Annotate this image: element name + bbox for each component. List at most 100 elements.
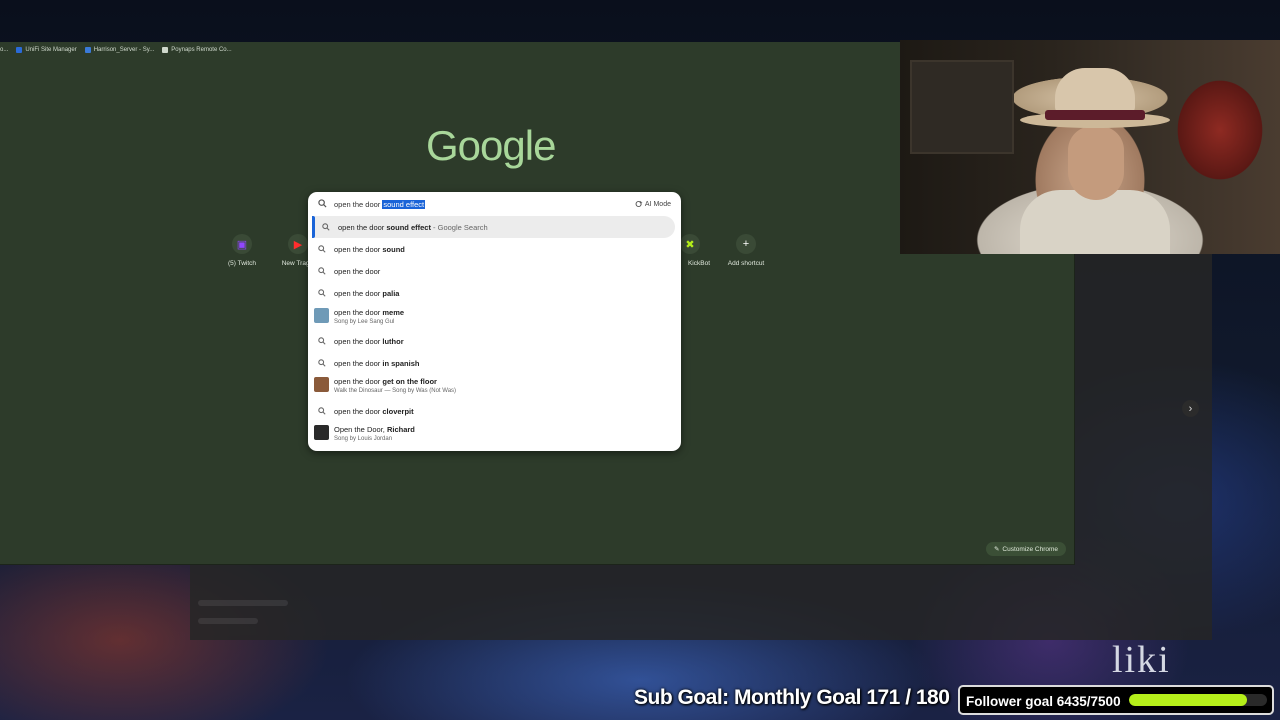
customize-chrome-button[interactable]: ✎ Customize Chrome [986,542,1066,556]
twitch-icon: ▣ [232,234,252,254]
bookmark-item[interactable]: UniFi Site Manager [16,47,77,53]
suggestion-completion: get on the floor [382,377,437,386]
suggestion-completion: palia [382,289,400,298]
suggestion-suffix: - Google Search [430,223,488,232]
suggestion-text: open the door sound effect - Google Sear… [338,223,488,232]
omnibox-text: open the door sound effect [334,200,426,209]
song-thumbnail [314,308,329,323]
plus-icon: + [736,234,756,254]
search-icon [318,199,327,208]
webcam-feed [900,40,1280,254]
webcam-face [1068,126,1124,200]
suggestion-prefix: open the door [334,359,383,368]
suggestion-item[interactable]: open the door meme Song by Lee Sang Gul [308,305,681,327]
bookmark-label: Poynaps Remote Co... [171,47,232,53]
bookmark-icon [16,47,23,53]
bookmark-icon [84,47,91,53]
suggestion-text: open the door cloverpit [334,407,414,416]
follower-progress-track [1129,694,1267,706]
omnibox-dropdown: open the door sound effect AI Mode open … [308,192,681,451]
suggestion-prefix: Open the Door, [334,425,387,434]
follower-goal-widget: Follower goal 6435/7500 [958,685,1274,715]
suggestion-prefix: open the door [334,407,383,416]
shortcut-label: Add shortcut [727,260,765,267]
search-icon [318,407,326,415]
customize-chrome-label: Customize Chrome [1002,545,1059,553]
bookmark-item[interactable]: Harrison_Server - Sy... [84,47,155,53]
song-thumbnail [314,377,329,392]
suggestion-text: open the door palia [334,289,399,298]
suggestion-prefix: open the door [334,377,383,386]
kickbot-icon: ✖ [680,234,700,254]
follower-goal-label: Follower goal 6435/7500 [966,694,1121,709]
bookmark-item[interactable]: o... [0,47,8,53]
omnibox-typed-text: open the door [334,200,383,209]
search-icon [322,223,330,231]
suggestion-item[interactable]: open the door palia [308,282,681,304]
suggestion-text: Open the Door, Richard [334,425,415,434]
suggestion-item[interactable]: open the door in spanish [308,352,681,374]
suggestion-completion: sound [382,245,405,254]
search-icon [318,267,326,275]
suggestion-subtitle: Song by Louis Jordan [334,436,393,442]
ai-mode-label: AI Mode [644,200,671,208]
suggestion-completion: in spanish [382,359,420,368]
suggestion-text: open the door in spanish [334,359,419,368]
background-window-line [198,618,258,624]
selection-indicator [312,216,315,238]
suggestion-subtitle: Song by Lee Sang Gul [334,319,395,325]
suggestion-item[interactable]: open the door sound [308,238,681,260]
suggestion-item[interactable]: open the door cloverpit [308,400,681,422]
webcam-hat [1055,68,1135,113]
suggestion-prefix: open the door [334,245,383,254]
suggestion-item[interactable]: open the door luthor [308,330,681,352]
suggestion-prefix: open the door [334,308,383,317]
ai-mode-icon [635,200,643,208]
bookmark-icon [162,47,169,53]
search-icon [318,245,326,253]
search-icon [318,359,326,367]
song-thumbnail [314,425,329,440]
search-icon [318,289,326,297]
suggestion-completion: meme [382,308,405,317]
suggestion-item[interactable]: Open the Door, Richard Song by Louis Jord… [308,422,681,444]
bookmark-label: o... [0,47,9,53]
bookmarks-bar: o... UniFi Site Manager Harrison_Server - … [0,42,900,58]
shortcut-add[interactable]: + Add shortcut [716,234,776,267]
webcam-hat-band [1045,110,1145,120]
suggestion-text: open the door get on the floor [334,377,437,386]
search-icon [318,337,326,345]
suggestion-prefix: open the door [334,267,381,276]
bookmark-label: Harrison_Server - Sy... [93,47,155,53]
liki-logo: liki [1112,639,1171,681]
shortcut-label: (5) Twitch [227,260,257,267]
webcam-shelf [910,60,1014,154]
pencil-icon: ✎ [993,546,1000,553]
sub-goal-text: Sub Goal: Monthly Goal 171 / 180 [634,686,950,709]
suggestion-completion: sound effect [386,223,431,232]
youtube-icon: ▶ [288,234,308,254]
suggestion-item[interactable]: open the door [308,260,681,282]
google-logo: Google [426,122,556,169]
suggestion-subtitle: Walk the Dinosaur — Song by Was (Not Was… [334,388,457,394]
omnibox-input[interactable]: open the door sound effect AI Mode [308,192,681,216]
suggestion-text: open the door sound [334,245,405,254]
suggestion-item[interactable]: open the door get on the floor Walk the D… [308,374,681,396]
suggestion-prefix: open the door [334,289,383,298]
suggestion-prefix: open the door [338,223,387,232]
suggestion-completion: Richard [386,425,415,434]
suggestion-text: open the door [334,267,380,276]
background-window-line [198,600,288,606]
bookmark-item[interactable]: Poynaps Remote Co... [162,47,232,53]
bookmark-label: UniFi Site Manager [25,47,77,53]
suggestion-completion: luthor [382,337,404,346]
omnibox-selected-text: sound effect [382,200,426,209]
ai-mode-button[interactable]: AI Mode [635,200,671,208]
suggestion-text: open the door luthor [334,337,404,346]
chevron-right-icon[interactable]: › [1182,400,1199,417]
follower-progress-fill [1129,694,1248,706]
suggestion-prefix: open the door [334,337,383,346]
suggestion-text: open the door meme [334,308,404,317]
suggestion-item[interactable]: open the door sound effect - Google Sear… [312,216,675,238]
shortcut-twitch[interactable]: ▣ (5) Twitch [212,234,272,267]
